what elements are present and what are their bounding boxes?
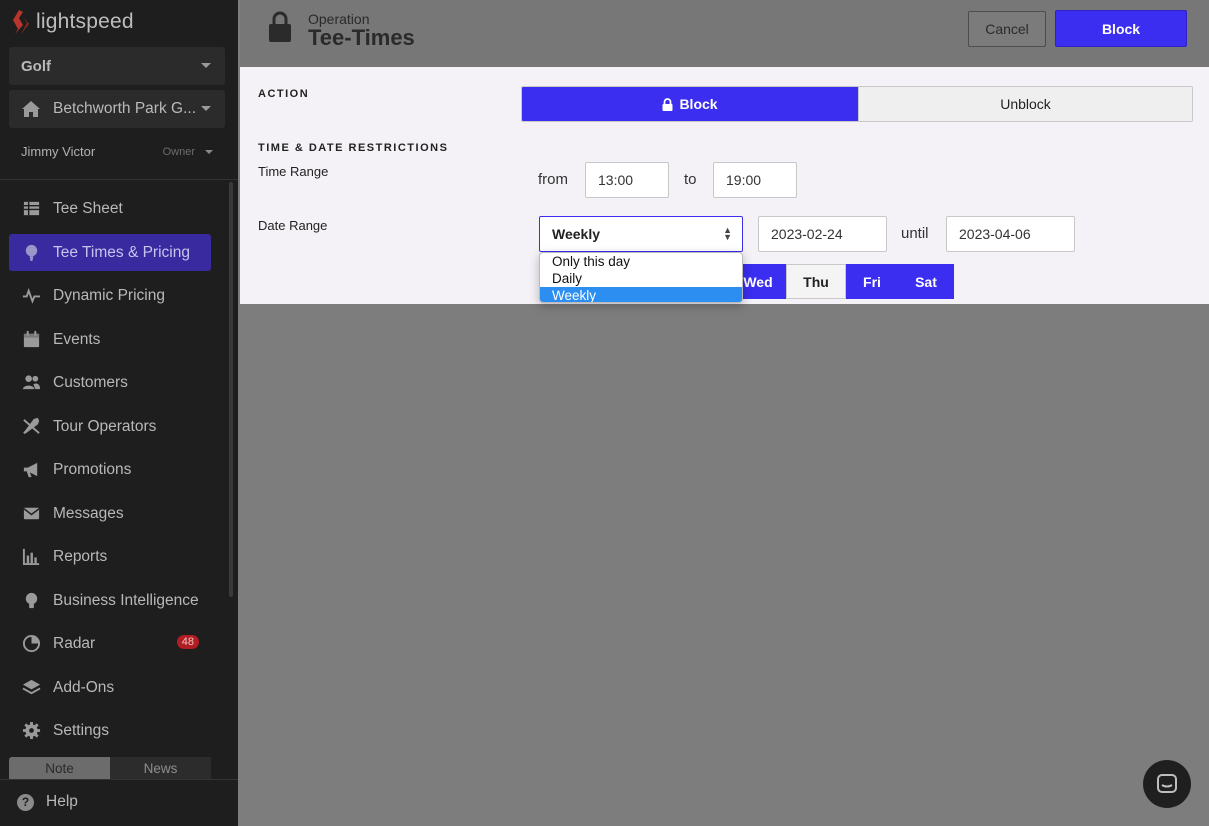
home-icon <box>21 100 41 118</box>
cancel-button[interactable]: Cancel <box>968 11 1046 47</box>
sidebar-item-label: Dynamic Pricing <box>53 286 165 304</box>
tab-news[interactable]: News <box>110 757 211 779</box>
gear-icon <box>21 721 41 741</box>
sidebar-item-label: Promotions <box>53 460 132 478</box>
radar-count-badge: 48 <box>176 635 199 649</box>
action-unblock-option[interactable]: Unblock <box>858 87 1192 121</box>
frequency-dropdown: Only this day Daily Weekly <box>539 252 743 303</box>
sidebar: lightspeed Golf Betchworth Park G... Jim… <box>0 0 238 826</box>
action-toggle: Block Unblock <box>521 86 1193 122</box>
plane-icon <box>21 417 41 437</box>
lock-icon <box>269 11 291 42</box>
updown-arrows-icon: ▲ ▼ <box>723 225 732 242</box>
caret-down-icon <box>201 63 211 68</box>
sidebar-item-radar[interactable]: Radar 48 <box>9 625 211 662</box>
to-text: to <box>684 171 697 188</box>
sidebar-item-label: Tour Operators <box>53 417 157 435</box>
sidebar-item-tee-sheet[interactable]: Tee Sheet <box>9 190 211 227</box>
course-select-value: Betchworth Park G... <box>53 100 196 117</box>
action-section-label: ACTION <box>258 88 310 100</box>
weekday-fri[interactable]: Fri <box>846 264 898 299</box>
caret-down-icon <box>201 106 211 111</box>
user-name: Jimmy Victor <box>21 144 96 159</box>
chat-icon <box>1157 774 1177 793</box>
sidebar-item-label: Settings <box>53 721 110 739</box>
layers-icon <box>21 678 41 698</box>
frequency-select[interactable]: Weekly ▲ ▼ <box>539 216 743 252</box>
sidebar-item-label: Tee Sheet <box>53 199 123 217</box>
envelope-icon <box>21 504 41 524</box>
sidebar-item-label: Events <box>53 330 101 348</box>
dropdown-option-only-this-day[interactable]: Only this day <box>540 253 742 270</box>
sidebar-item-reports[interactable]: Reports <box>9 538 211 575</box>
restrictions-section-label: TIME & DATE RESTRICTIONS <box>258 142 449 154</box>
sidebar-item-settings[interactable]: Settings <box>9 712 211 749</box>
sidebar-item-messages[interactable]: Messages <box>9 495 211 532</box>
weekday-thu[interactable]: Thu <box>786 264 846 299</box>
sport-select-value: Golf <box>21 57 51 75</box>
dropdown-option-daily[interactable]: Daily <box>540 270 742 287</box>
help-label: Help <box>46 793 78 810</box>
time-from-input[interactable]: 13:00 <box>585 162 669 198</box>
action-block-option[interactable]: Block <box>522 87 858 121</box>
date-start-input[interactable]: 2023-02-24 <box>758 216 887 252</box>
note-news-tabs: Note News <box>9 757 211 779</box>
sport-select[interactable]: Golf <box>9 47 225 85</box>
time-to-input[interactable]: 19:00 <box>713 162 797 198</box>
sidebar-item-label: Reports <box>53 547 108 565</box>
time-range-label: Time Range <box>258 164 329 179</box>
bar-chart-icon <box>21 547 41 567</box>
sidebar-item-label: Add-Ons <box>53 678 115 696</box>
frequency-select-value: Weekly <box>552 226 600 242</box>
from-text: from <box>538 171 568 188</box>
pulse-icon <box>21 286 41 306</box>
sidebar-item-customers[interactable]: Customers <box>9 364 211 401</box>
radar-icon <box>21 634 41 654</box>
golf-tee-icon <box>21 243 41 263</box>
until-text: until <box>901 225 929 242</box>
sidebar-item-dynamic-pricing[interactable]: Dynamic Pricing <box>9 277 211 314</box>
sidebar-scrollbar[interactable] <box>229 182 233 597</box>
table-icon <box>21 199 41 219</box>
date-end-input[interactable]: 2023-04-06 <box>946 216 1075 252</box>
dropdown-option-weekly[interactable]: Weekly <box>540 287 742 302</box>
user-menu[interactable]: Jimmy Victor Owner <box>21 144 217 159</box>
sidebar-item-tee-times-pricing[interactable]: Tee Times & Pricing <box>9 234 211 271</box>
action-block-label: Block <box>679 96 718 112</box>
help-link[interactable]: ? Help <box>17 793 78 811</box>
weekday-selector: Wed Thu Fri Sat <box>730 264 954 300</box>
lock-icon <box>662 97 673 111</box>
users-icon <box>21 373 41 393</box>
flame-icon <box>13 10 29 34</box>
sidebar-item-events[interactable]: Events <box>9 321 211 358</box>
sidebar-item-add-ons[interactable]: Add-Ons <box>9 669 211 706</box>
user-role: Owner <box>162 145 195 158</box>
chat-launcher-button[interactable] <box>1143 760 1191 808</box>
weekday-sat[interactable]: Sat <box>898 264 954 299</box>
megaphone-icon <box>21 460 41 480</box>
calendar-icon <box>21 330 41 350</box>
sidebar-item-label: Messages <box>53 504 124 522</box>
sidebar-item-promotions[interactable]: Promotions <box>9 451 211 488</box>
page-title: Tee-Times <box>308 25 415 50</box>
divider <box>0 779 238 780</box>
date-range-label: Date Range <box>258 218 328 233</box>
sidebar-item-label: Radar <box>53 634 96 652</box>
sidebar-item-label: Customers <box>53 373 128 391</box>
question-icon: ? <box>17 793 34 811</box>
sidebar-item-label: Business Intelligence <box>53 591 199 609</box>
tab-note[interactable]: Note <box>9 757 110 779</box>
lightbulb-icon <box>21 591 41 611</box>
course-select[interactable]: Betchworth Park G... <box>9 90 225 128</box>
block-button[interactable]: Block <box>1055 10 1187 47</box>
sidebar-item-label: Tee Times & Pricing <box>53 243 190 261</box>
sidebar-item-tour-operators[interactable]: Tour Operators <box>9 408 211 445</box>
lightspeed-logo[interactable]: lightspeed <box>10 8 134 36</box>
page-header: Operation Tee-Times Cancel Block <box>240 0 1209 67</box>
divider <box>0 179 238 180</box>
brand-name: lightspeed <box>36 10 134 33</box>
sidebar-item-business-intelligence[interactable]: Business Intelligence <box>9 582 211 619</box>
caret-down-icon <box>205 150 213 154</box>
